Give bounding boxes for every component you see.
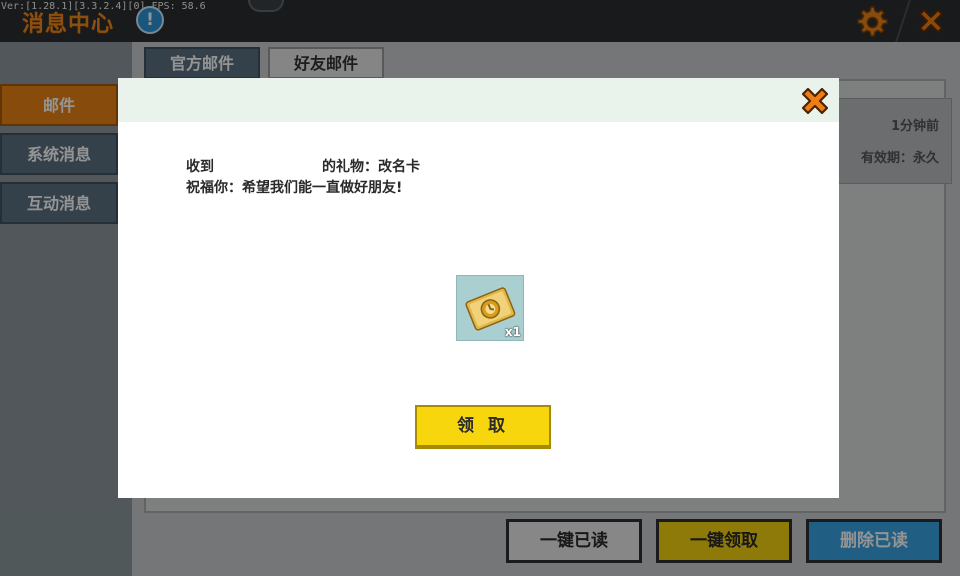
gift-description: 的礼物：改名卡 xyxy=(322,159,420,175)
reward-quantity: x1 xyxy=(504,325,521,339)
claim-button[interactable]: 领 取 xyxy=(415,405,551,449)
received-prefix: 收到 xyxy=(186,159,214,175)
gift-message-line: 收到 的礼物：改名卡 xyxy=(186,156,420,176)
reward-item-slot[interactable]: x1 xyxy=(456,275,524,341)
dialog-close-button[interactable] xyxy=(798,84,832,118)
gift-mail-dialog: 收到 的礼物：改名卡 祝福你：希望我们能一直做好朋友! x1 领 取 xyxy=(118,78,839,498)
dialog-header xyxy=(118,78,839,122)
close-icon xyxy=(801,87,829,115)
blessing-message: 祝福你：希望我们能一直做好朋友! xyxy=(186,180,403,196)
